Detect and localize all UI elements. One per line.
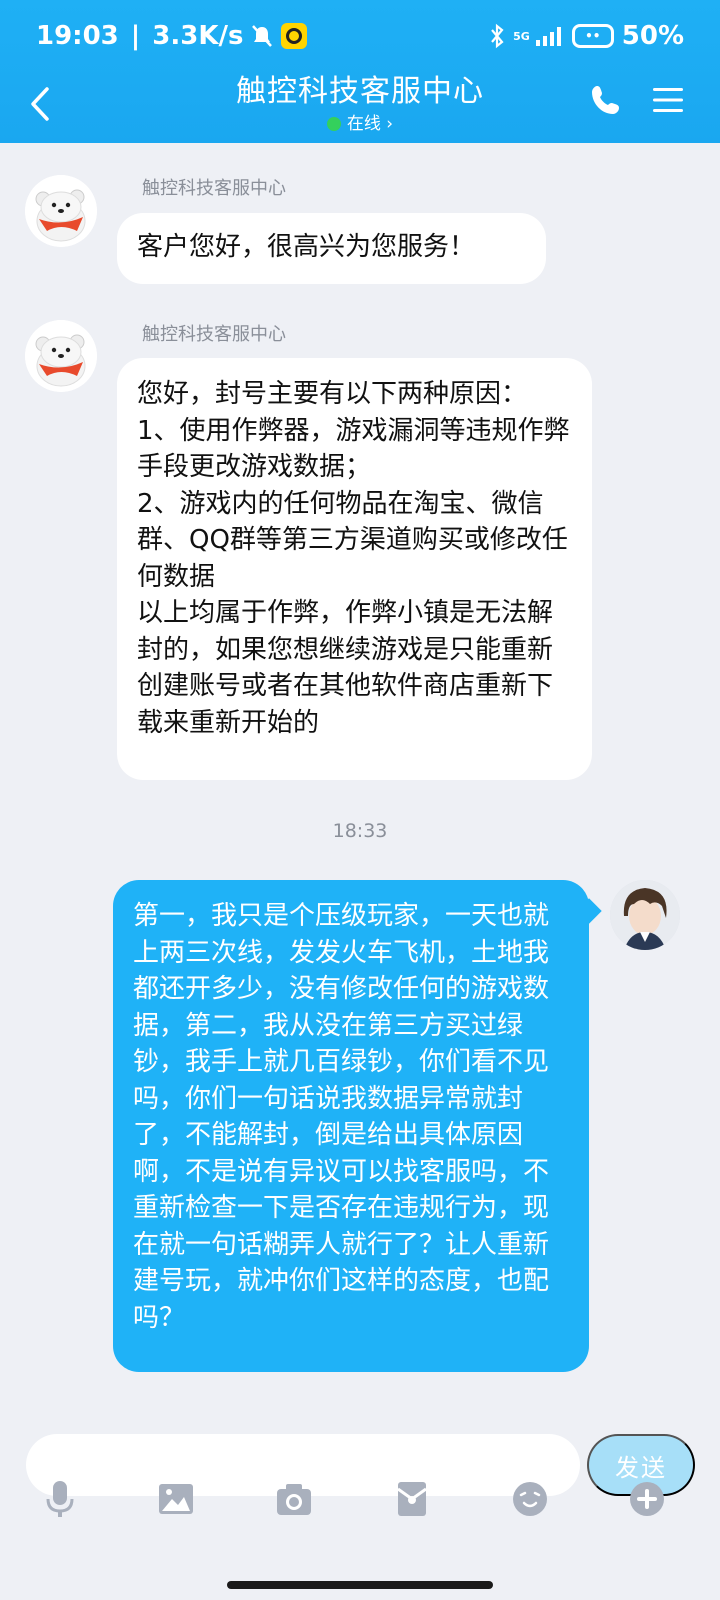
polar-bear-avatar-icon <box>25 320 97 392</box>
sender-name: 触控科技客服中心 <box>142 178 286 199</box>
status-left: 19:03 | 3.3K/s <box>36 21 308 51</box>
battery-icon: •• <box>571 24 614 48</box>
network-type: 5G <box>513 29 530 43</box>
red-packet-icon[interactable] <box>392 1479 432 1519</box>
agent-avatar[interactable] <box>25 320 97 392</box>
online-dot-icon <box>326 117 341 131</box>
status-separator: | <box>130 21 141 51</box>
battery-percent: 50% <box>621 21 684 51</box>
home-indicator[interactable] <box>227 1581 493 1589</box>
polar-bear-avatar-icon <box>25 175 97 247</box>
status-bar: 19:03 | 3.3K/s 5G •• 50% <box>0 0 720 72</box>
emoji-icon[interactable] <box>510 1479 550 1519</box>
user-avatar[interactable] <box>610 880 680 950</box>
anime-boy-avatar-icon <box>610 880 680 950</box>
input-toolbar <box>0 1465 720 1535</box>
camera-icon[interactable] <box>274 1479 314 1519</box>
plus-icon[interactable] <box>627 1479 667 1519</box>
phone-icon[interactable] <box>588 82 624 118</box>
agent-avatar[interactable] <box>25 175 97 247</box>
incoming-message-bubble[interactable]: 客户您好，很高兴为您服务！ <box>117 213 546 284</box>
mute-bell-icon <box>252 25 273 47</box>
network-speed: 3.3K/s <box>152 21 244 51</box>
signal-icon <box>535 27 561 46</box>
status-time: 19:03 <box>36 21 119 51</box>
chat-title-block[interactable]: 触控科技客服中心 在线 › <box>160 72 560 136</box>
page-title: 触控科技客服中心 <box>236 74 484 109</box>
chevron-left-icon <box>31 87 49 121</box>
nav-bar: 触控科技客服中心 在线 › <box>0 72 720 143</box>
incoming-message-bubble[interactable]: 您好，封号主要有以下两种原因： 1、使用作弊器，游戏漏洞等违规作弊手段更改游戏数… <box>117 358 592 780</box>
online-status[interactable]: 在线 › <box>326 112 394 136</box>
top-header: 19:03 | 3.3K/s 5G •• 50% 触控科技客服中心 在线 › <box>0 0 720 143</box>
sender-name: 触控科技客服中心 <box>142 324 286 345</box>
app-notification-icon <box>281 23 308 49</box>
menu-icon[interactable] <box>652 84 684 116</box>
microphone-icon[interactable] <box>40 1479 80 1519</box>
image-icon[interactable] <box>156 1479 196 1519</box>
message-timestamp: 18:33 <box>332 820 388 842</box>
online-status-label: 在线 › <box>346 114 394 134</box>
back-button[interactable] <box>22 78 58 130</box>
bluetooth-icon <box>491 23 504 49</box>
outgoing-message-bubble[interactable]: 第一，我只是个压级玩家，一天也就上两三次线，发发火车飞机，土地我都还开多少，没有… <box>113 880 589 1372</box>
status-right: 5G •• 50% <box>489 21 684 51</box>
